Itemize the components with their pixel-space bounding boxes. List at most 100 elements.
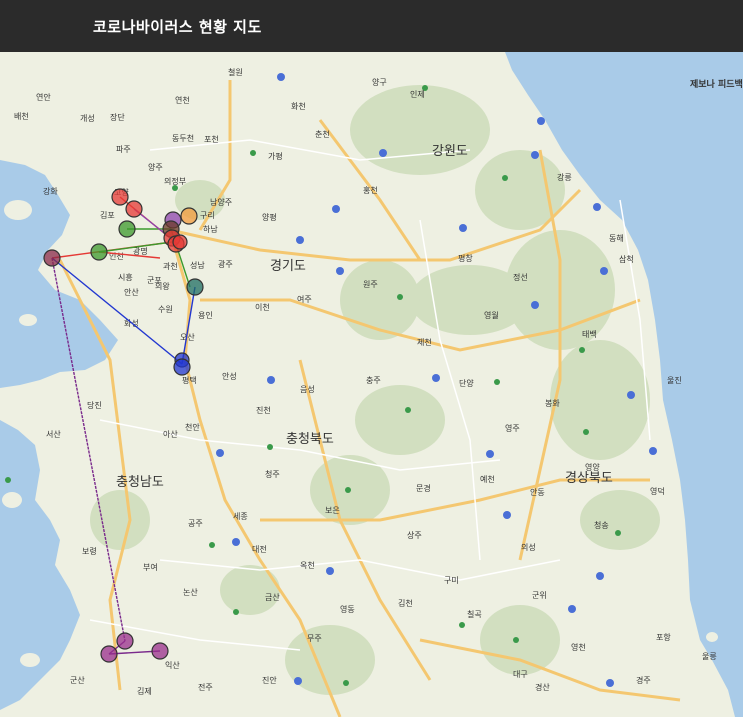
region-label-gyeongbuk: 경상북도: [565, 471, 613, 486]
city-label: 금산: [265, 592, 280, 602]
case-marker[interactable]: [180, 207, 198, 225]
city-label: 칠곡: [467, 610, 482, 619]
case-marker[interactable]: [100, 645, 118, 663]
ulleung-island: [706, 632, 718, 642]
city-label: 군포: [147, 276, 162, 285]
city-label: 군위: [532, 591, 547, 600]
city-label: 보령: [82, 547, 97, 556]
city-label: 용인: [198, 310, 213, 320]
city-label: 강화: [43, 186, 58, 196]
city-label: 광주: [218, 259, 233, 269]
city-label: 영주: [505, 423, 520, 433]
case-marker[interactable]: [116, 632, 134, 650]
city-label: 부여: [143, 562, 158, 572]
city-label: 안동: [530, 487, 545, 497]
city-label: 영월: [484, 310, 499, 320]
city-label: 안성: [222, 371, 237, 381]
city-label: 김제: [137, 686, 152, 696]
city-label: 김포: [100, 210, 115, 220]
city-label: 상주: [407, 530, 422, 540]
city-label: 영천: [571, 642, 586, 652]
case-marker[interactable]: [111, 188, 129, 206]
city-label: 배천: [14, 111, 29, 121]
city-label: 천안: [185, 422, 200, 432]
city-label: 진안: [262, 675, 277, 685]
case-marker[interactable]: [151, 642, 169, 660]
city-label: 의성: [521, 542, 536, 552]
city-label: 김천: [398, 598, 413, 608]
city-label: 의정부: [164, 176, 186, 186]
city-label: 보은: [325, 506, 340, 515]
city-label: 논산: [183, 587, 198, 597]
city-label: 구리: [200, 211, 215, 220]
city-label: 안산: [124, 287, 139, 297]
city-label: 시흥: [118, 272, 133, 282]
city-label: 여주: [297, 294, 312, 304]
city-label: 음성: [300, 385, 315, 394]
island: [19, 314, 37, 326]
city-label: 영양: [585, 462, 600, 472]
map-view[interactable]: 강원도 경기도 충청북도 충청남도 경상북도 제보나 피드백은 철원포천 동두천가…: [0, 52, 743, 717]
city-label: 춘천: [315, 129, 330, 139]
city-label: 장단: [110, 112, 125, 122]
city-label: 포천: [204, 134, 219, 144]
city-label: 강릉: [557, 172, 572, 182]
island: [20, 653, 40, 667]
city-label: 영동: [340, 604, 355, 614]
city-label: 포항: [656, 633, 671, 642]
feedback-label: 제보나 피드백은: [690, 78, 743, 90]
city-label: 삼척: [619, 254, 634, 264]
city-label: 경주: [636, 675, 651, 685]
city-label: 충주: [366, 376, 381, 385]
city-label: 화천: [291, 101, 306, 111]
city-label: 수원: [158, 305, 173, 314]
city-label: 원주: [363, 280, 378, 289]
case-marker[interactable]: [172, 234, 188, 250]
city-label: 과천: [163, 261, 178, 271]
city-label: 개성: [80, 113, 95, 123]
island: [2, 492, 22, 508]
city-label: 구미: [444, 576, 459, 585]
city-label: 인제: [410, 89, 425, 99]
city-label: 단양: [459, 378, 474, 388]
case-marker[interactable]: [118, 220, 136, 238]
city-label: 울릉: [702, 652, 717, 661]
city-label: 하남: [203, 224, 218, 234]
region-label-gyeonggi: 경기도: [270, 259, 306, 274]
city-label: 청송: [594, 521, 609, 530]
case-marker[interactable]: [43, 249, 61, 267]
city-label: 파주: [116, 145, 131, 154]
city-label: 영덕: [650, 486, 665, 496]
city-label: 가평: [268, 151, 283, 161]
city-label: 연안: [36, 92, 51, 102]
case-marker[interactable]: [125, 200, 143, 218]
city-label: 정선: [513, 272, 528, 282]
city-label: 봉화: [545, 399, 560, 408]
city-label: 동두천: [172, 133, 194, 143]
city-label: 연천: [175, 95, 190, 105]
city-label: 양구: [372, 78, 387, 87]
city-label: 경산: [535, 682, 550, 692]
city-label: 대구: [513, 670, 528, 679]
city-label: 평창: [458, 253, 473, 263]
city-label: 아산: [163, 429, 178, 439]
city-label: 서산: [46, 429, 61, 439]
case-marker[interactable]: [90, 243, 108, 261]
island: [4, 200, 32, 220]
case-marker[interactable]: [173, 358, 191, 376]
city-label: 예천: [480, 474, 495, 484]
city-label: 제천: [417, 337, 432, 347]
city-label: 이천: [255, 302, 270, 312]
city-label: 성남: [190, 261, 205, 270]
city-label: 익산: [165, 660, 180, 670]
city-label: 공주: [188, 519, 203, 528]
page-title: 코로나바이러스 현황 지도: [93, 18, 262, 36]
case-marker[interactable]: [186, 278, 204, 296]
city-label: 진천: [256, 405, 271, 415]
city-label: 평택: [182, 375, 197, 385]
city-label: 남양주: [210, 198, 232, 207]
city-label: 옥천: [300, 560, 315, 570]
city-label: 세종: [233, 512, 248, 521]
city-label: 청주: [265, 470, 280, 479]
city-label: 무주: [307, 634, 322, 643]
